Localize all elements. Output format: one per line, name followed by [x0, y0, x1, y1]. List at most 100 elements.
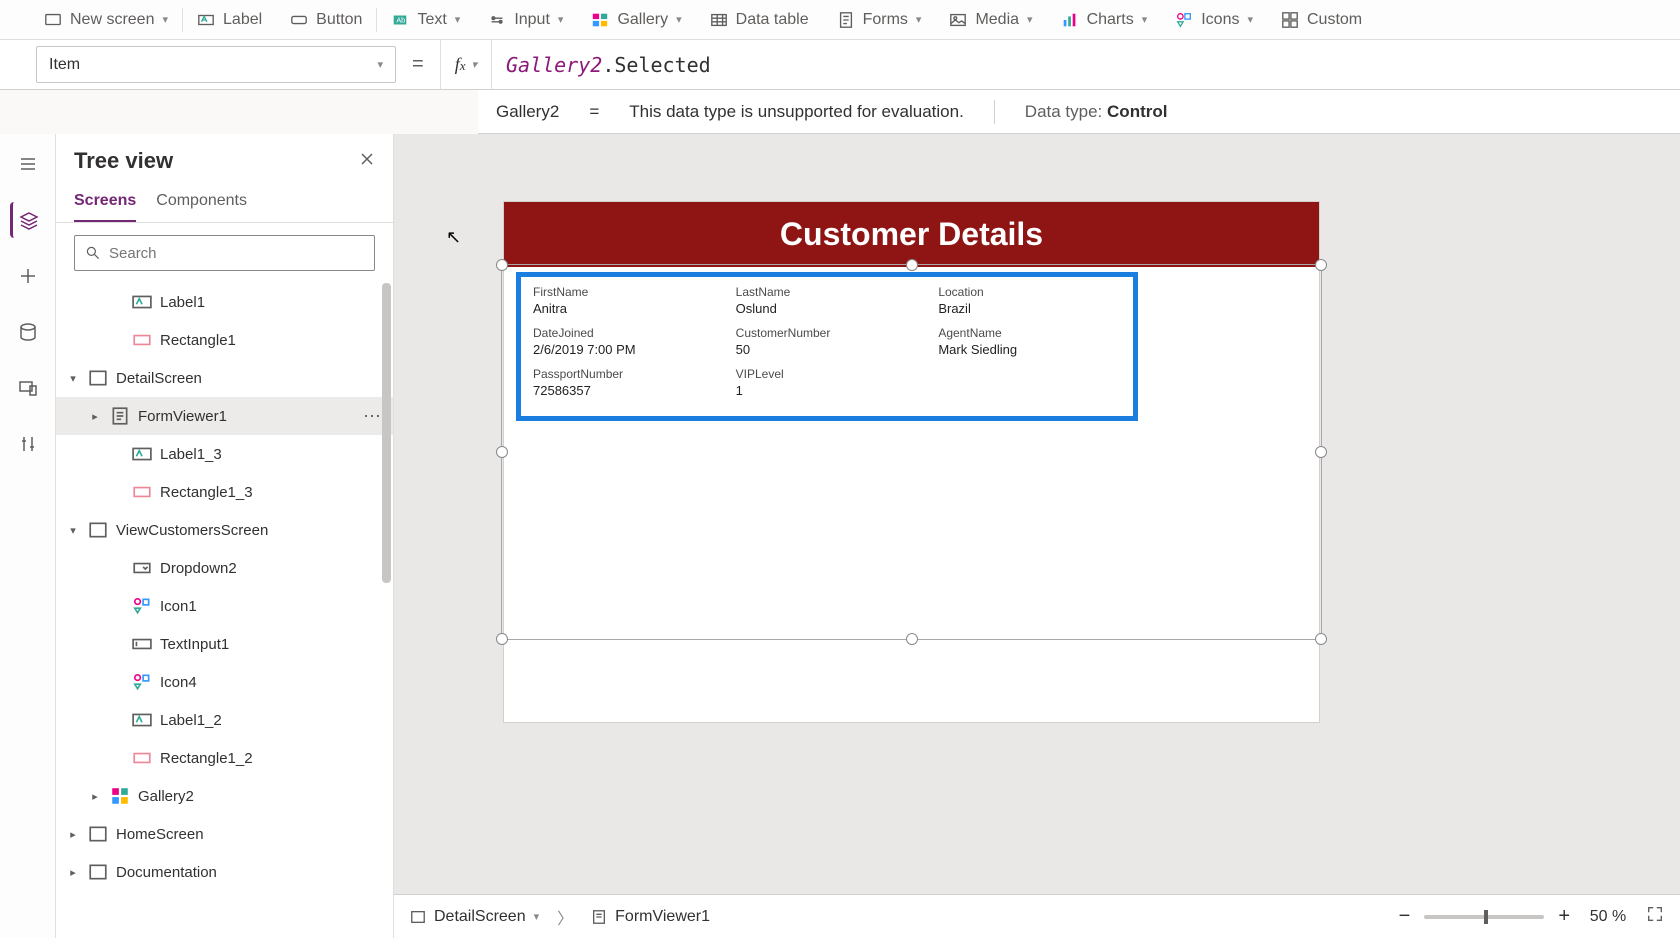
- forms-button[interactable]: Forms ▾: [823, 0, 936, 39]
- tree-node-label: Dropdown2: [160, 560, 237, 577]
- form-viewer[interactable]: FirstNameAnitraLastNameOslundLocationBra…: [516, 272, 1138, 421]
- form-field: DateJoined2/6/2019 7:00 PM: [533, 326, 716, 363]
- textinput-icon: [132, 635, 152, 653]
- gallery-button[interactable]: Gallery ▾: [577, 0, 695, 39]
- charts-button[interactable]: Charts ▾: [1047, 0, 1162, 39]
- fit-to-screen-button[interactable]: [1646, 905, 1664, 928]
- close-panel-button[interactable]: [359, 151, 375, 172]
- chevron-right-icon[interactable]: ▸: [66, 828, 80, 841]
- input-icon: [488, 11, 506, 29]
- resize-handle[interactable]: [496, 446, 508, 458]
- screen-icon: [88, 825, 108, 843]
- chevron-right-icon[interactable]: ▸: [66, 866, 80, 879]
- gallery-icon: [110, 787, 130, 805]
- tree-node-detailscreen[interactable]: ▾ DetailScreen: [56, 359, 393, 397]
- treeview-tab-button[interactable]: [10, 202, 46, 238]
- chevron-down-icon: ▾: [377, 58, 383, 71]
- tree-node-rectangle1-3[interactable]: Rectangle1_3: [56, 473, 393, 511]
- gallery-label: Gallery: [617, 11, 668, 29]
- field-label: FirstName: [533, 285, 716, 299]
- tree-node-formviewer1[interactable]: ▸ FormViewer1 ⋯: [56, 397, 393, 435]
- zoom-out-button[interactable]: −: [1399, 905, 1411, 928]
- icons-button[interactable]: Icons ▾: [1161, 0, 1267, 39]
- custom-label: Custom: [1307, 11, 1362, 29]
- tree-node-label1-2[interactable]: Label1_2: [56, 701, 393, 739]
- rectangle-icon: [132, 483, 152, 501]
- tree-node-gallery2[interactable]: ▸ Gallery2: [56, 777, 393, 815]
- custom-button[interactable]: Custom: [1267, 0, 1376, 39]
- text-button[interactable]: Ab Text ▾: [377, 0, 474, 39]
- new-screen-button[interactable]: New screen ▾: [30, 0, 182, 39]
- form-field: AgentNameMark Siedling: [938, 326, 1121, 363]
- tree-node-icon1[interactable]: Icon1: [56, 587, 393, 625]
- scrollbar-thumb[interactable]: [382, 283, 391, 583]
- canvas[interactable]: ↖ Customer Details FirstNameAnitraLastNa…: [394, 134, 1680, 938]
- tree-search[interactable]: [74, 235, 375, 271]
- formula-token-rest: .Selected: [602, 53, 710, 77]
- field-value: 50: [736, 342, 919, 357]
- separator: [994, 100, 995, 124]
- field-value: Oslund: [736, 301, 919, 316]
- datatable-button[interactable]: Data table: [696, 0, 823, 39]
- media-button[interactable]: Media ▾: [935, 0, 1046, 39]
- data-tab-button[interactable]: [10, 314, 46, 350]
- property-dropdown[interactable]: Item ▾: [36, 46, 396, 83]
- resize-handle[interactable]: [496, 259, 508, 271]
- tree-node-viewcustomersscreen[interactable]: ▾ ViewCustomersScreen: [56, 511, 393, 549]
- input-button[interactable]: Input ▾: [474, 0, 577, 39]
- breadcrumb-control[interactable]: FormViewer1: [591, 908, 710, 926]
- tree-view-tabs: Screens Components: [56, 180, 393, 223]
- chevron-down-icon[interactable]: ▾: [66, 372, 80, 385]
- tools-tab-button[interactable]: [10, 426, 46, 462]
- resize-handle[interactable]: [1315, 259, 1327, 271]
- breadcrumb-screen[interactable]: DetailScreen ▾: [410, 908, 539, 926]
- insert-tab-button[interactable]: [10, 258, 46, 294]
- button-button[interactable]: Button: [276, 0, 376, 39]
- chevron-right-icon[interactable]: ▸: [88, 790, 102, 803]
- label-label: Label: [223, 11, 262, 29]
- resize-handle[interactable]: [496, 633, 508, 645]
- tree-node-homescreen[interactable]: ▸ HomeScreen: [56, 815, 393, 853]
- resize-handle[interactable]: [906, 633, 918, 645]
- field-label: LastName: [736, 285, 919, 299]
- field-label: AgentName: [938, 326, 1121, 340]
- resize-handle[interactable]: [906, 259, 918, 271]
- tree-node-label1-3[interactable]: Label1_3: [56, 435, 393, 473]
- tree-node-rectangle1[interactable]: Rectangle1: [56, 321, 393, 359]
- eval-lhs: Gallery2: [496, 102, 559, 122]
- field-label: VIPLevel: [736, 367, 919, 381]
- chevron-down-icon: ▾: [1027, 13, 1033, 26]
- zoom-slider[interactable]: [1424, 915, 1544, 919]
- slider-thumb[interactable]: [1484, 910, 1488, 924]
- chevron-down-icon[interactable]: ▾: [66, 524, 80, 537]
- form-field: PassportNumber72586357: [533, 367, 716, 404]
- cursor-icon: ↖: [446, 227, 461, 248]
- forms-label: Forms: [863, 11, 908, 29]
- icons-label: Icons: [1201, 11, 1239, 29]
- more-button[interactable]: ⋯: [363, 406, 383, 427]
- zoom-in-button[interactable]: +: [1558, 905, 1570, 928]
- resize-handle[interactable]: [1315, 633, 1327, 645]
- formula-input[interactable]: Gallery2.Selected: [492, 40, 1680, 89]
- tree-node-label1[interactable]: Label1: [56, 283, 393, 321]
- hamburger-button[interactable]: [10, 146, 46, 182]
- screen-icon: [88, 863, 108, 881]
- layers-icon: [19, 210, 39, 230]
- resize-handle[interactable]: [1315, 446, 1327, 458]
- tab-screens[interactable]: Screens: [74, 186, 136, 222]
- tab-components[interactable]: Components: [156, 186, 247, 222]
- tree-node-documentation[interactable]: ▸ Documentation: [56, 853, 393, 891]
- tree-node-label: HomeScreen: [116, 826, 204, 843]
- tree-node-label: Rectangle1_2: [160, 750, 253, 767]
- tree-node-dropdown2[interactable]: Dropdown2: [56, 549, 393, 587]
- chevron-down-icon: ▾: [162, 13, 168, 26]
- tree-node-label: Icon1: [160, 598, 197, 615]
- media-tab-button[interactable]: [10, 370, 46, 406]
- chevron-right-icon[interactable]: ▸: [88, 410, 102, 423]
- tree-node-textinput1[interactable]: TextInput1: [56, 625, 393, 663]
- tree-node-rectangle1-2[interactable]: Rectangle1_2: [56, 739, 393, 777]
- fx-button[interactable]: fx ▾: [440, 40, 492, 89]
- tree-search-input[interactable]: [109, 245, 364, 262]
- label-button[interactable]: Label: [183, 0, 276, 39]
- tree-node-icon4[interactable]: Icon4: [56, 663, 393, 701]
